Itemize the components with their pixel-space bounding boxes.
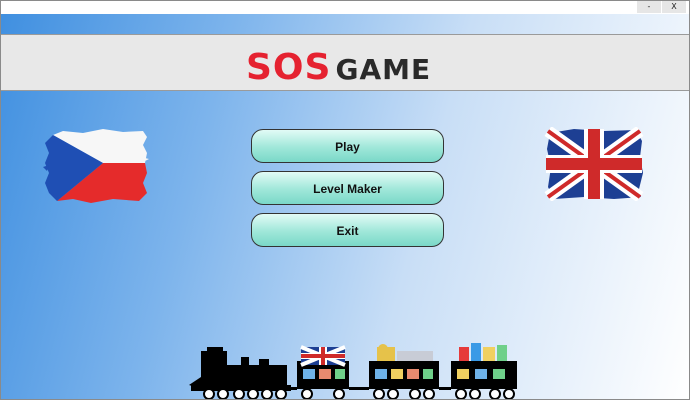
logo-sos-text: SOS (246, 47, 332, 88)
close-button[interactable]: X (662, 1, 686, 13)
minimize-button[interactable]: - (637, 1, 661, 13)
wagon-toys (451, 343, 517, 389)
app-window: - X SOS GAME Play Level Maker Exit (0, 0, 690, 400)
logo-game-text: GAME (335, 53, 432, 86)
wagon-uk (297, 345, 349, 389)
title-bar: - X (1, 1, 689, 14)
train-illustration (189, 343, 517, 399)
exit-button[interactable]: Exit (251, 213, 444, 247)
wagon-tools (369, 344, 439, 389)
czech-flag-icon[interactable] (43, 127, 151, 205)
game-logo: SOS GAME (246, 47, 432, 88)
locomotive (189, 347, 291, 391)
level-maker-button[interactable]: Level Maker (251, 171, 444, 205)
play-button[interactable]: Play (251, 129, 444, 163)
uk-flag-icon[interactable] (544, 127, 644, 201)
